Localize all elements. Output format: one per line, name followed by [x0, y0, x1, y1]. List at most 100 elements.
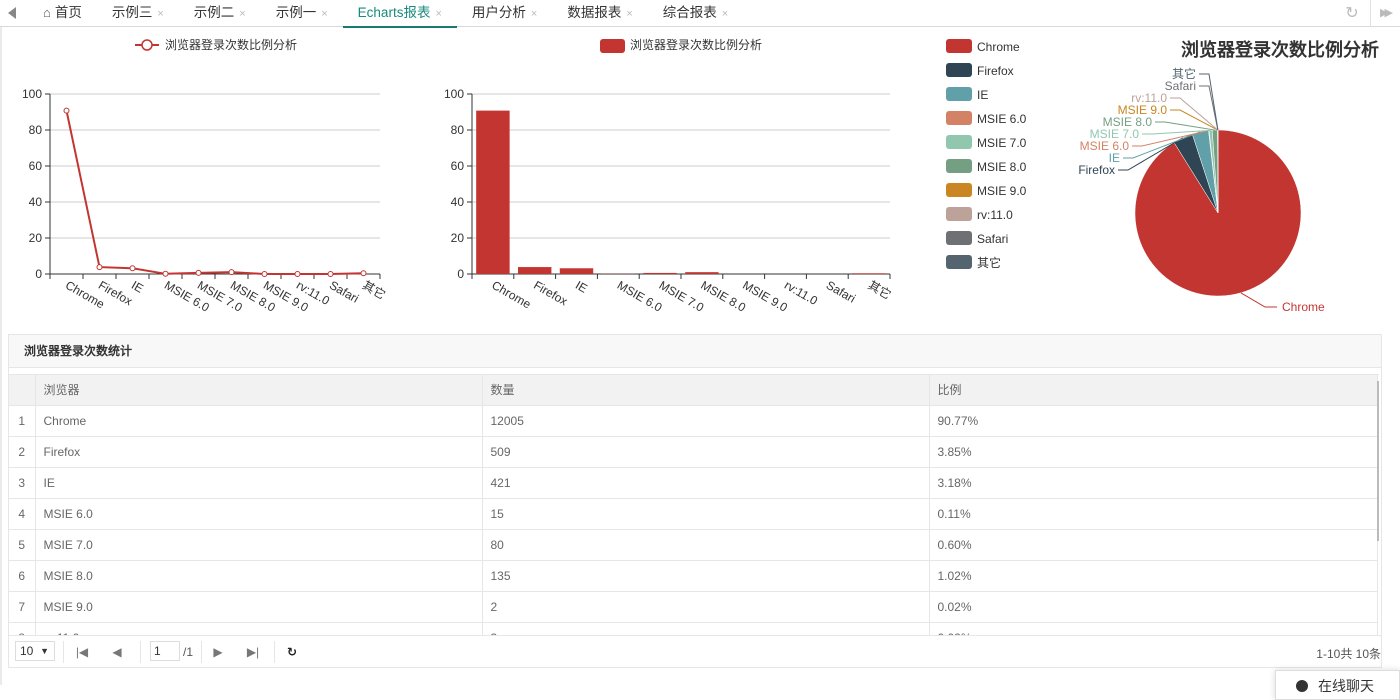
browser-cell: rv:11.0 [35, 622, 482, 636]
browser-cell: MSIE 9.0 [35, 591, 482, 622]
table-row[interactable]: 5MSIE 7.0800.60% [9, 529, 1377, 560]
bar-Chrome[interactable] [476, 111, 509, 274]
x-tick-label: IE [129, 278, 146, 296]
bar-IE[interactable] [560, 268, 593, 274]
table-row[interactable]: 1Chrome1200590.77% [9, 405, 1377, 436]
pie-label: 其它 [1172, 66, 1196, 81]
legend-label: Chrome [977, 40, 1020, 54]
tab-2[interactable]: 示例二× [179, 0, 261, 27]
first-page-icon[interactable]: |◀ [72, 642, 92, 662]
legend-item[interactable]: IE [946, 87, 988, 102]
point-MSIE 9.0[interactable] [262, 271, 267, 276]
y-tick-label: 20 [451, 231, 465, 245]
tab-3[interactable]: 示例一× [261, 0, 343, 27]
legend-label: 其它 [977, 255, 1001, 270]
page-size-select[interactable]: 10▼ [15, 641, 55, 661]
point-MSIE 6.0[interactable] [163, 271, 168, 276]
point-其它[interactable] [361, 271, 366, 276]
close-icon[interactable]: × [239, 8, 245, 20]
close-icon[interactable]: × [157, 8, 163, 20]
column-header[interactable]: 浏览器 [35, 375, 482, 405]
pie-label-line [1155, 122, 1215, 130]
tab-7[interactable]: 综合报表× [648, 0, 743, 27]
table-row[interactable]: 8rv:11.030.02% [9, 622, 1377, 636]
page-number-input[interactable] [150, 641, 180, 661]
legend-item[interactable]: MSIE 6.0 [946, 111, 1027, 126]
row-number: 5 [9, 529, 35, 560]
point-Firefox[interactable] [97, 265, 102, 270]
close-icon[interactable]: × [321, 8, 327, 20]
tab-4[interactable]: Echarts报表× [343, 0, 457, 27]
tab-5[interactable]: 用户分析× [457, 0, 552, 27]
pager-divider [63, 641, 64, 663]
y-tick-label: 60 [451, 159, 465, 173]
legend-label: 浏览器登录次数比例分析 [630, 37, 762, 52]
x-tick-label: MSIE 6.0 [615, 278, 665, 315]
legend-item[interactable]: MSIE 8.0 [946, 159, 1027, 174]
legend-item[interactable]: Safari [946, 231, 1008, 246]
chat-label: 在线聊天 [1318, 678, 1374, 694]
table-row[interactable]: 2Firefox5093.85% [9, 436, 1377, 467]
legend-item[interactable]: 其它 [946, 255, 1001, 270]
table-row[interactable]: 7MSIE 9.020.02% [9, 591, 1377, 622]
series-line [67, 111, 364, 274]
bar-MSIE 7.0[interactable] [643, 273, 676, 274]
column-header[interactable] [9, 375, 35, 405]
legend-item[interactable]: 浏览器登录次数比例分析 [135, 37, 297, 52]
table-row[interactable]: 4MSIE 6.0150.11% [9, 498, 1377, 529]
last-page-icon[interactable]: ▶| [243, 642, 263, 662]
count-cell: 80 [482, 529, 929, 560]
legend-item[interactable]: 浏览器登录次数比例分析 [600, 37, 762, 53]
y-tick-label: 0 [457, 267, 464, 281]
row-number: 6 [9, 560, 35, 591]
point-MSIE 7.0[interactable] [196, 270, 201, 275]
tab-scroll-left-button[interactable] [6, 4, 20, 22]
bar-Firefox[interactable] [518, 267, 551, 274]
close-icon[interactable]: × [626, 8, 632, 20]
tab-6[interactable]: 数据报表× [552, 0, 647, 27]
point-Safari[interactable] [328, 271, 333, 276]
tab-0[interactable]: ⌂首页 [28, 0, 97, 27]
tab-1[interactable]: 示例三× [97, 0, 179, 27]
pie-label: MSIE 7.0 [1090, 127, 1140, 141]
x-tick-label: 其它 [360, 277, 388, 302]
reload-icon[interactable]: ↻ [282, 642, 302, 662]
count-cell: 135 [482, 560, 929, 591]
point-MSIE 8.0[interactable] [229, 270, 234, 275]
browser-cell: MSIE 6.0 [35, 498, 482, 529]
table-header-row: 浏览器数量比例 [9, 375, 1377, 405]
next-page-icon[interactable]: ▶ [208, 642, 228, 662]
x-tick-label: Safari [824, 278, 858, 306]
bar-其它[interactable] [852, 273, 885, 274]
point-IE[interactable] [130, 266, 135, 271]
point-rv:11.0[interactable] [295, 271, 300, 276]
prev-page-icon[interactable]: ◀ [107, 642, 127, 662]
close-icon[interactable]: × [435, 8, 441, 20]
pie-label-line [1170, 98, 1218, 130]
bar-MSIE 8.0[interactable] [685, 272, 718, 274]
browser-cell: MSIE 7.0 [35, 529, 482, 560]
legend-swatch-icon [946, 255, 972, 269]
refresh-icon[interactable]: ↻ [1342, 3, 1362, 23]
tab-scroll-right-button[interactable]: ▶▶ [1370, 0, 1400, 27]
column-header[interactable]: 比例 [929, 375, 1377, 405]
point-Chrome[interactable] [64, 108, 69, 113]
y-tick-label: 80 [451, 123, 465, 137]
online-chat-button[interactable]: 在线聊天 [1275, 670, 1400, 700]
legend-item[interactable]: Firefox [946, 63, 1014, 78]
row-number: 3 [9, 467, 35, 498]
legend-item[interactable]: rv:11.0 [946, 207, 1013, 222]
legend-label: MSIE 6.0 [977, 112, 1027, 126]
y-tick-label: 100 [444, 87, 464, 101]
page-size-value: 10 [20, 644, 33, 658]
table-row[interactable]: 3IE4213.18% [9, 467, 1377, 498]
close-icon[interactable]: × [722, 8, 728, 20]
legend-label: MSIE 9.0 [977, 184, 1027, 198]
table-scrollbar[interactable] [1377, 381, 1379, 541]
close-icon[interactable]: × [531, 8, 537, 20]
table-row[interactable]: 6MSIE 8.01351.02% [9, 560, 1377, 591]
column-header[interactable]: 数量 [482, 375, 929, 405]
legend-item[interactable]: MSIE 9.0 [946, 183, 1027, 198]
legend-item[interactable]: MSIE 7.0 [946, 135, 1027, 150]
legend-item[interactable]: Chrome [946, 39, 1020, 54]
